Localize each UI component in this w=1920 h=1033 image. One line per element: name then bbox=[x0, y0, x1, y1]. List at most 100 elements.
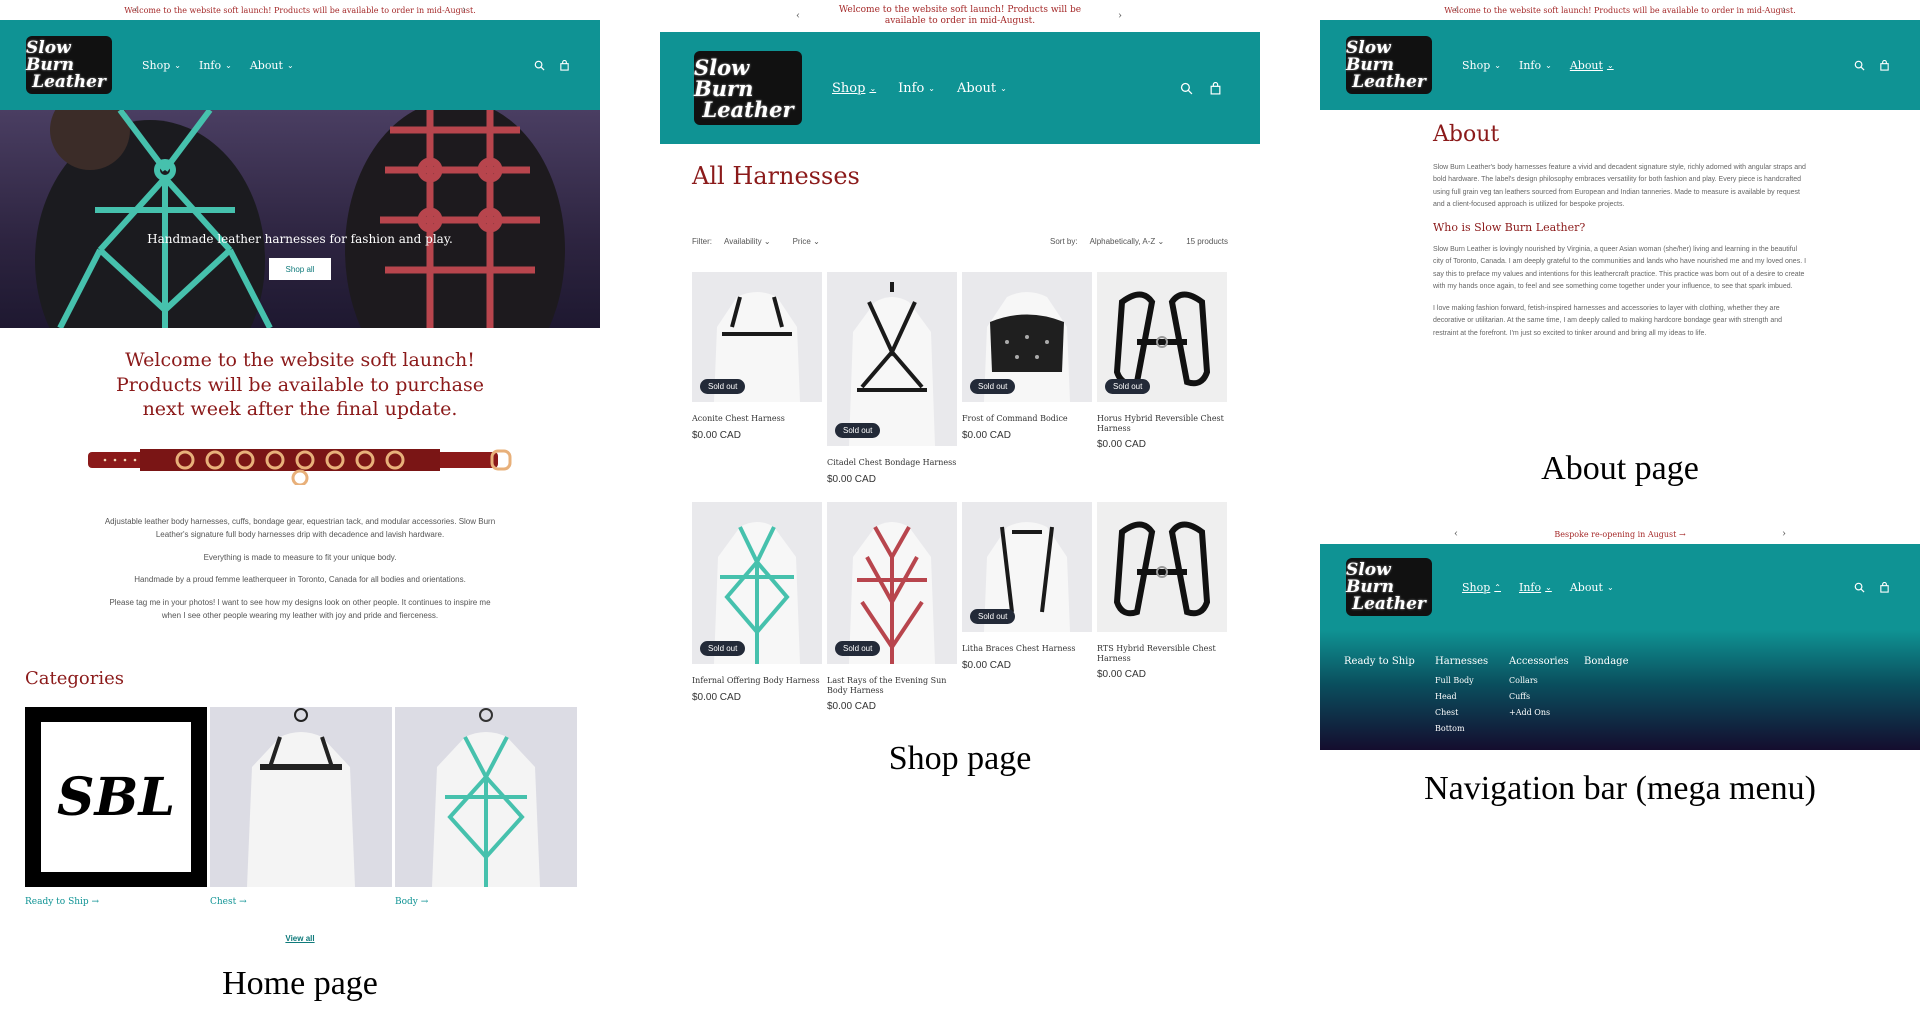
product-name[interactable]: Horus Hybrid Reversible Chest Harness bbox=[1097, 414, 1227, 433]
search-icon[interactable] bbox=[1180, 82, 1193, 95]
mega-heading-accessories[interactable]: Accessories bbox=[1509, 656, 1569, 667]
search-icon[interactable] bbox=[1854, 60, 1865, 71]
chevron-left-icon[interactable]: ‹ bbox=[1454, 5, 1458, 16]
product-grid-row-2: Sold out Infernal Offering Body Harness … bbox=[692, 502, 1228, 712]
chevron-right-icon[interactable]: › bbox=[1118, 11, 1122, 22]
logo-line-2: Leather bbox=[1352, 71, 1426, 92]
announcement-link[interactable]: Bespoke re-opening in August → bbox=[1554, 530, 1685, 539]
mega-item-cuffs[interactable]: Cuffs bbox=[1509, 692, 1569, 701]
mega-item-chest[interactable]: Chest bbox=[1435, 708, 1488, 717]
cart-icon[interactable] bbox=[1209, 81, 1222, 95]
cart-icon[interactable] bbox=[559, 59, 570, 71]
product-image bbox=[1097, 502, 1227, 632]
product-image: Sold out bbox=[1097, 272, 1227, 402]
main-nav: Shop ⌃ Info ⌄ About ⌄ bbox=[1462, 581, 1614, 594]
nav-about[interactable]: About ⌄ bbox=[250, 59, 294, 72]
mega-item-add-ons[interactable]: +Add Ons bbox=[1509, 708, 1569, 717]
product-card[interactable]: Sold out Aconite Chest Harness $0.00 CAD bbox=[692, 272, 822, 485]
cart-icon[interactable] bbox=[1879, 59, 1890, 71]
nav-info[interactable]: Info ⌄ bbox=[898, 81, 935, 96]
product-card[interactable]: Sold out Horus Hybrid Reversible Chest H… bbox=[1097, 272, 1227, 485]
chevron-left-icon[interactable]: ‹ bbox=[1454, 529, 1458, 540]
brand-logo[interactable]: Slow Burn Leather bbox=[26, 36, 112, 94]
category-card-ready-to-ship[interactable]: SBL Ready to Ship → bbox=[25, 707, 207, 907]
search-icon[interactable] bbox=[1854, 582, 1865, 593]
header-icons bbox=[1854, 581, 1890, 593]
product-card[interactable]: Sold out Litha Braces Chest Harness $0.0… bbox=[962, 502, 1092, 712]
nav-shop[interactable]: Shop ⌄ bbox=[142, 59, 181, 72]
nav-shop[interactable]: Shop ⌄ bbox=[832, 81, 876, 96]
nav-info[interactable]: Info ⌄ bbox=[1519, 59, 1552, 72]
announcement-bar: ‹ Welcome to the website soft launch! Pr… bbox=[0, 0, 600, 20]
nav-shop[interactable]: Shop ⌃ bbox=[1462, 581, 1501, 594]
nav-about[interactable]: About ⌄ bbox=[1570, 59, 1614, 72]
mega-item-head[interactable]: Head bbox=[1435, 692, 1488, 701]
nav-about[interactable]: About ⌄ bbox=[1570, 581, 1614, 594]
mega-item-bottom[interactable]: Bottom bbox=[1435, 724, 1488, 733]
site-header: Slow Burn Leather Shop ⌃ Info ⌄ About ⌄ bbox=[1320, 544, 1920, 630]
product-image: Sold out bbox=[827, 502, 957, 664]
site-header: Slow Burn Leather Shop ⌄ Info ⌄ About ⌄ bbox=[660, 32, 1260, 144]
nav-info[interactable]: Info ⌄ bbox=[199, 59, 232, 72]
category-card-body[interactable]: Body → bbox=[395, 707, 577, 907]
cart-icon[interactable] bbox=[1879, 581, 1890, 593]
chevron-down-icon: ⌄ bbox=[1157, 237, 1165, 246]
logo-line-2: Leather bbox=[702, 96, 794, 122]
announcement-bar: ‹ Welcome to the website soft launch! Pr… bbox=[660, 0, 1260, 32]
mega-col-accessories: Accessories Collars Cuffs +Add Ons bbox=[1509, 656, 1569, 717]
nav-shop-label: Shop bbox=[1462, 58, 1491, 72]
product-image: Sold out bbox=[962, 502, 1092, 632]
shop-all-button[interactable]: Shop all bbox=[269, 258, 331, 280]
nav-shop[interactable]: Shop ⌄ bbox=[1462, 59, 1501, 72]
product-name[interactable]: RTS Hybrid Reversible Chest Harness bbox=[1097, 644, 1227, 663]
category-label-ready[interactable]: Ready to Ship → bbox=[25, 897, 207, 907]
product-name[interactable]: Aconite Chest Harness bbox=[692, 414, 822, 424]
product-image: Sold out bbox=[962, 272, 1092, 402]
chevron-left-icon[interactable]: ‹ bbox=[796, 11, 800, 22]
header-icons bbox=[1180, 81, 1222, 95]
product-image: Sold out bbox=[692, 502, 822, 664]
product-card[interactable]: Sold out Frost of Command Bodice $0.00 C… bbox=[962, 272, 1092, 485]
product-card[interactable]: RTS Hybrid Reversible Chest Harness $0.0… bbox=[1097, 502, 1227, 712]
availability-filter[interactable]: Availability ⌄ bbox=[724, 237, 771, 246]
logo-line-1: Slow Burn bbox=[694, 54, 754, 101]
chevron-right-icon[interactable]: › bbox=[462, 5, 466, 16]
mega-col-ready[interactable]: Ready to Ship bbox=[1344, 656, 1415, 667]
product-card[interactable]: Sold out Citadel Chest Bondage Harness $… bbox=[827, 272, 957, 485]
about-paragraph-1: Slow Burn Leather's body harnesses featu… bbox=[1433, 164, 1806, 208]
sort-select[interactable]: Alphabetically, A-Z ⌄ bbox=[1090, 237, 1165, 246]
main-nav: Shop ⌄ Info ⌄ About ⌄ bbox=[832, 81, 1007, 96]
intro-copy: Adjustable leather body harnesses, cuffs… bbox=[100, 516, 500, 623]
nav-shop-label: Shop bbox=[142, 58, 171, 72]
product-card[interactable]: Sold out Infernal Offering Body Harness … bbox=[692, 502, 822, 712]
mannequin-image bbox=[849, 282, 935, 446]
availability-label: Availability bbox=[724, 237, 762, 246]
product-name[interactable]: Infernal Offering Body Harness bbox=[692, 676, 822, 686]
product-name[interactable]: Frost of Command Bodice bbox=[962, 414, 1092, 424]
product-name[interactable]: Last Rays of the Evening Sun Body Harnes… bbox=[827, 676, 957, 695]
brand-logo[interactable]: Slow Burn Leather bbox=[1346, 36, 1432, 94]
search-icon[interactable] bbox=[534, 60, 545, 71]
mega-col-bondage[interactable]: Bondage bbox=[1584, 656, 1629, 667]
chevron-right-icon[interactable]: › bbox=[1782, 529, 1786, 540]
product-card[interactable]: Sold out Last Rays of the Evening Sun Bo… bbox=[827, 502, 957, 712]
product-name[interactable]: Litha Braces Chest Harness bbox=[962, 644, 1092, 654]
chevron-left-icon[interactable]: ‹ bbox=[134, 5, 138, 16]
brand-logo[interactable]: Slow Burn Leather bbox=[1346, 558, 1432, 616]
mega-heading-harnesses[interactable]: Harnesses bbox=[1435, 656, 1488, 667]
category-label-chest[interactable]: Chest → bbox=[210, 897, 392, 907]
view-all-link[interactable]: View all bbox=[0, 934, 600, 943]
nav-about[interactable]: About ⌄ bbox=[957, 81, 1007, 96]
product-name[interactable]: Citadel Chest Bondage Harness bbox=[827, 458, 957, 468]
category-card-chest[interactable]: Chest → bbox=[210, 707, 392, 907]
category-label-body[interactable]: Body → bbox=[395, 897, 577, 907]
sold-out-badge: Sold out bbox=[970, 609, 1016, 624]
mega-item-collars[interactable]: Collars bbox=[1509, 676, 1569, 685]
mannequin-image bbox=[714, 522, 800, 664]
mega-item-full-body[interactable]: Full Body bbox=[1435, 676, 1488, 685]
price-filter[interactable]: Price ⌄ bbox=[793, 237, 820, 246]
nav-info[interactable]: Info ⌄ bbox=[1519, 581, 1552, 594]
brand-logo[interactable]: Slow Burn Leather bbox=[694, 51, 802, 125]
chevron-right-icon[interactable]: › bbox=[1782, 5, 1786, 16]
collection-title: All Harnesses bbox=[692, 162, 860, 190]
